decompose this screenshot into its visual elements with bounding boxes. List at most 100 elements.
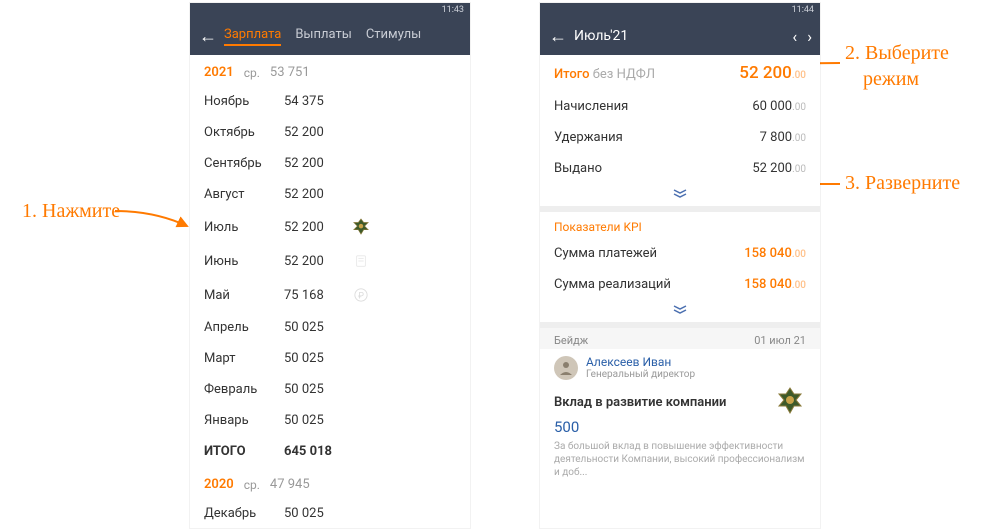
- month-value: 50 025: [284, 320, 344, 335]
- month-value: 50 025: [284, 506, 344, 521]
- dec: .00: [792, 70, 806, 81]
- summary-total-value: 52 200.00: [739, 63, 806, 83]
- month-value: 54 375: [284, 94, 344, 109]
- month-row[interactable]: Август 52 200: [190, 179, 470, 210]
- row-label: Удержания: [554, 130, 623, 145]
- medal-icon: [774, 386, 806, 418]
- summary-row[interactable]: Удержания 7 800.00: [540, 122, 820, 153]
- month-name: Ноябрь: [204, 94, 276, 109]
- month-row[interactable]: Сентябрь52 200: [190, 148, 470, 179]
- back-button[interactable]: ←: [198, 26, 218, 47]
- person-name: Алексеев Иван: [586, 355, 695, 369]
- tab-salary[interactable]: Зарплата: [224, 27, 281, 46]
- month-value: 50 025: [284, 413, 344, 428]
- total-text: Итого: [554, 67, 589, 82]
- row-amount: 158 040.00: [744, 277, 806, 292]
- avg-label: ср.: [244, 478, 260, 492]
- annotation-step3: 3. Разверните: [845, 172, 960, 195]
- val: 52 200: [739, 63, 792, 83]
- next-month-button[interactable]: ›: [807, 27, 812, 46]
- avg-value: 47 945: [270, 477, 310, 492]
- year-2021-row[interactable]: 2021 ср. 53 751: [190, 55, 470, 86]
- tab-incentives[interactable]: Стимулы: [366, 27, 421, 46]
- phone-month-detail: 11:44 ← Июль'21 ‹ › Итого без НДФЛ 52 20…: [540, 3, 820, 528]
- month-value: 50 025: [284, 382, 344, 397]
- person-info: Алексеев Иван Генеральный директор: [586, 355, 695, 380]
- month-value: 52 200: [284, 156, 344, 171]
- person-role: Генеральный директор: [586, 369, 695, 380]
- month-value: 50 025: [284, 351, 344, 366]
- month-name: Июль: [204, 220, 276, 235]
- annotation-step2-line2: режим: [845, 68, 919, 90]
- month-row[interactable]: Ноябрь 54 375: [190, 86, 470, 117]
- summary-row[interactable]: Выдано 52 200.00: [540, 153, 820, 184]
- salary-content[interactable]: 2021 ср. 53 751 Ноябрь 54 375 Октябрь52 20…: [190, 55, 470, 528]
- month-name: Август: [204, 187, 276, 202]
- detail-content[interactable]: Итого без НДФЛ 52 200.00 Начисления 60 00…: [540, 55, 820, 528]
- expand-summary[interactable]: [540, 184, 820, 206]
- summary-total-row[interactable]: Итого без НДФЛ 52 200.00: [540, 55, 820, 91]
- titlebar: ← Июль'21 ‹ ›: [540, 17, 820, 55]
- row-amount: 158 040.00: [744, 246, 806, 261]
- back-button[interactable]: ←: [548, 26, 568, 47]
- row-label: Начисления: [554, 99, 628, 114]
- month-row[interactable]: Февраль 50 025: [190, 374, 470, 405]
- year-2020-row[interactable]: 2020 ср. 47 945: [190, 467, 470, 498]
- row-label: Выдано: [554, 161, 602, 176]
- month-name: Март: [204, 351, 276, 366]
- doc-icon: [352, 252, 370, 270]
- month-value: 75 168: [284, 288, 344, 303]
- badge-description: За большой вклад в повышение эффективнос…: [540, 440, 820, 487]
- month-row[interactable]: Октябрь52 200: [190, 117, 470, 148]
- annotation-step2-line1: 2. Выберите: [845, 42, 949, 64]
- total-value: 645 018: [284, 444, 344, 459]
- badge-header-label: Бейдж: [554, 334, 588, 347]
- kpi-row[interactable]: Сумма реализаций 158 040.00: [540, 269, 820, 300]
- prev-month-button[interactable]: ‹: [792, 27, 797, 46]
- badge-title-row: Вклад в развитие компании: [540, 382, 820, 418]
- expand-kpi[interactable]: [540, 300, 820, 322]
- month-row[interactable]: Апрель50 025: [190, 312, 470, 343]
- status-bar: 11:44: [540, 3, 820, 17]
- badge-amount: 500: [540, 418, 820, 440]
- month-row[interactable]: Июль52 200: [190, 210, 470, 244]
- month-value: 52 200: [284, 187, 344, 202]
- month-value: 52 200: [284, 254, 344, 269]
- row-label: Сумма платежей: [554, 246, 657, 261]
- annotation-step1: 1. Нажмите: [22, 200, 120, 223]
- badge-date: 01 июл 21: [754, 334, 806, 347]
- medal-icon: [352, 218, 370, 236]
- month-name: Январь: [204, 413, 276, 428]
- status-time: 11:44: [792, 5, 814, 15]
- summary-row[interactable]: Начисления 60 000.00: [540, 91, 820, 122]
- month-row[interactable]: Июнь 52 200: [190, 244, 470, 278]
- row-label: Сумма реализаций: [554, 277, 671, 292]
- month-nav: ‹ ›: [792, 27, 812, 46]
- month-name: Май: [204, 288, 276, 303]
- tab-payouts[interactable]: Выплаты: [295, 27, 352, 46]
- month-row[interactable]: Май 75 168 ₽: [190, 278, 470, 312]
- row-amount: 52 200.00: [752, 161, 806, 176]
- year-label: 2020: [204, 477, 234, 492]
- month-name: Февраль: [204, 382, 276, 397]
- summary-total-label: Итого без НДФЛ: [554, 67, 655, 82]
- badge-title: Вклад в развитие компании: [554, 395, 726, 410]
- month-name: Декабрь: [204, 506, 276, 521]
- row-amount: 7 800.00: [760, 130, 806, 145]
- year-label: 2021: [204, 65, 234, 80]
- row-amount: 60 000.00: [752, 99, 806, 114]
- status-time: 11:43: [442, 5, 464, 15]
- kpi-row[interactable]: Сумма платежей 158 040.00: [540, 238, 820, 269]
- total-row: ИТОГО 645 018: [190, 436, 470, 467]
- badge-author-row[interactable]: Алексеев Иван Генеральный директор: [540, 349, 820, 382]
- avg-value: 53 751: [270, 65, 310, 80]
- avatar: [554, 356, 578, 380]
- ruble-icon: ₽: [352, 286, 370, 304]
- month-row[interactable]: Январь 50 025: [190, 405, 470, 436]
- total-sub: без НДФЛ: [589, 67, 655, 82]
- month-row[interactable]: Декабрь 50 025: [190, 498, 470, 528]
- month-row[interactable]: Март 50 025: [190, 343, 470, 374]
- kpi-title: Показатели KPI: [540, 212, 820, 238]
- phone-salary-list: 11:43 ← Зарплата Выплаты Стимулы 2021 ср…: [190, 3, 470, 528]
- month-name: Июнь: [204, 254, 276, 269]
